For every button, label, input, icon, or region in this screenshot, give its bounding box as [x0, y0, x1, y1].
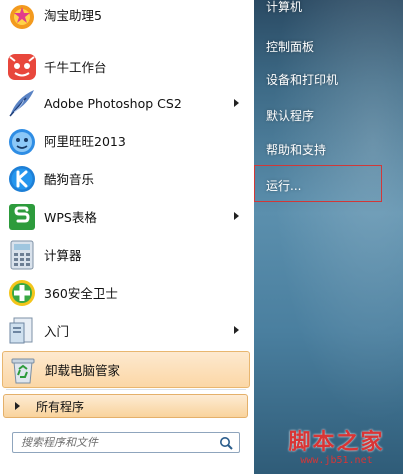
program-item-aliwangwang[interactable]: 阿里旺旺2013 [2, 122, 250, 159]
search-input[interactable] [21, 436, 211, 449]
divider [6, 389, 246, 390]
program-item-taobao-assistant[interactable]: 淘宝助理5 [2, 0, 250, 33]
getting-started-icon [6, 315, 38, 347]
program-item-getting-started[interactable]: 入门 [2, 312, 250, 349]
program-label: 计算器 [44, 248, 82, 263]
program-item-uninstall-pc-manager[interactable]: 卸载电脑管家 [2, 351, 250, 388]
places-item-default-programs[interactable]: 默认程序 [266, 107, 314, 124]
wps-spreadsheet-icon [6, 201, 38, 233]
watermark-title: 脚本之家 [288, 429, 385, 455]
kugou-music-icon [6, 163, 38, 195]
program-item-wps-spreadsheet[interactable]: WPS表格 [2, 198, 250, 235]
program-item-calculator[interactable]: 计算器 [2, 236, 250, 273]
taobao-assistant-icon [6, 0, 38, 31]
recycle-bin-icon [7, 354, 39, 386]
search-box[interactable] [12, 432, 240, 453]
program-label: 360安全卫士 [44, 286, 118, 301]
program-label: 入门 [44, 324, 70, 339]
program-item-360-security[interactable]: 360安全卫士 [2, 274, 250, 311]
places-item-devices-printers[interactable]: 设备和打印机 [266, 71, 338, 88]
expand-arrow-icon [15, 402, 20, 410]
all-programs-button[interactable]: 所有程序 [3, 394, 248, 418]
program-label: 卸载电脑管家 [45, 363, 121, 378]
program-item-kugou[interactable]: 酷狗音乐 [2, 160, 250, 197]
submenu-arrow-icon [234, 99, 239, 107]
program-label: Adobe Photoshop CS2 [44, 96, 182, 111]
places-item-help-support[interactable]: 帮助和支持 [266, 141, 326, 158]
program-label: 酷狗音乐 [44, 172, 95, 187]
program-label: 千牛工作台 [44, 60, 107, 75]
360-security-icon [6, 277, 38, 309]
qianniu-icon [6, 51, 38, 83]
photoshop-feather-icon [6, 88, 38, 120]
submenu-arrow-icon [234, 212, 239, 220]
places-item-control-panel[interactable]: 控制面板 [266, 38, 314, 55]
program-label: WPS表格 [44, 210, 97, 225]
program-item-qianniu[interactable]: 千牛工作台 [2, 48, 250, 85]
aliwangwang-icon [6, 125, 38, 157]
program-label: 阿里旺旺2013 [44, 134, 126, 149]
calculator-icon [6, 239, 38, 271]
search-icon [219, 436, 233, 450]
program-item-photoshop[interactable]: Adobe Photoshop CS2 [2, 85, 250, 122]
watermark-url: www.jb51.net [300, 455, 373, 466]
run-highlight-box [254, 165, 382, 202]
site-watermark: 脚本之家 www.jb51.net [274, 424, 399, 466]
all-programs-label: 所有程序 [36, 399, 85, 414]
submenu-arrow-icon [234, 326, 239, 334]
places-item-computer[interactable]: 计算机 [266, 0, 302, 15]
program-label: 淘宝助理5 [44, 8, 102, 23]
